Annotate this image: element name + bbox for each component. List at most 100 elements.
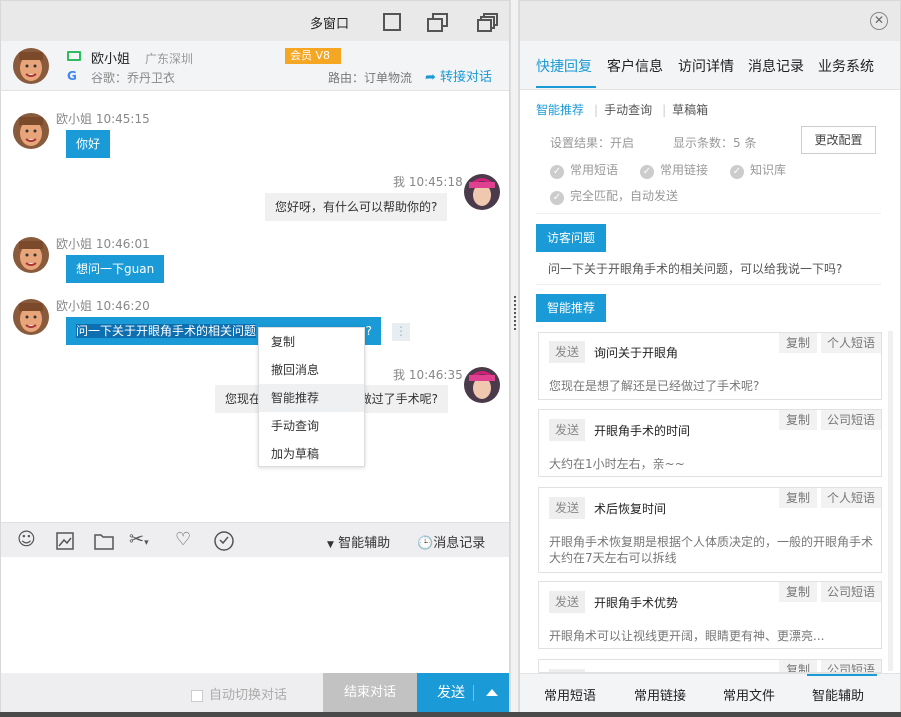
tab-business-system[interactable]: 业务系统: [818, 56, 874, 76]
message-tail: ?: [365, 324, 372, 338]
divider: [536, 284, 881, 285]
image-icon[interactable]: [55, 529, 75, 557]
message-text-right: 做过了手术呢?: [359, 392, 438, 406]
menu-item-add-draft[interactable]: 加为草稿: [259, 440, 364, 468]
route-info: 路由：订单物流: [328, 71, 413, 85]
card-send-button[interactable]: 发送: [549, 591, 585, 613]
config-result: 设置结果：开启: [550, 136, 635, 150]
config-count: 显示条数：5 条: [673, 136, 757, 150]
footer-common-links[interactable]: 常用链接: [634, 685, 686, 704]
tab-visit-details[interactable]: 访问详情: [678, 56, 734, 76]
tab-quick-reply[interactable]: 快捷回复: [536, 56, 592, 76]
card-body: 开眼角术可以让视线更开阔，眼睛更有神、更漂亮...: [549, 629, 825, 643]
reply-card: 发送 复制 公司短语: [538, 659, 882, 673]
card-type-label: 公司短语: [821, 582, 881, 602]
message-meta: 欧小姐 10:46:01: [56, 237, 150, 251]
menu-item-manual-search[interactable]: 手动查询: [259, 412, 364, 440]
footer-common-files[interactable]: 常用文件: [723, 685, 775, 704]
restore-icon[interactable]: [427, 13, 448, 32]
message-input[interactable]: [1, 557, 509, 673]
member-badge: 会员 V8: [285, 48, 341, 64]
google-icon: G: [67, 69, 77, 83]
card-copy-button[interactable]: 复制: [779, 410, 817, 430]
card-copy-button[interactable]: 复制: [779, 488, 817, 508]
folder-icon[interactable]: [93, 529, 115, 557]
check-icon: ✓: [730, 165, 744, 179]
card-body: 开眼角手术恢复期是根据个人体质决定的，一般的开眼角手术大约在7天左右可以拆线: [549, 535, 874, 565]
footer-smart-assist[interactable]: 智能辅助: [812, 685, 864, 704]
active-footer-indicator: [807, 674, 877, 676]
option-label: 知识库: [750, 163, 787, 177]
reply-card: 发送 开眼角手术优势 复制 公司短语 开眼角术可以让视线更开阔，眼睛更有神、更漂…: [538, 581, 882, 649]
menu-item-smart-recommend[interactable]: 智能推荐: [259, 384, 364, 412]
card-copy-button[interactable]: 复制: [779, 582, 817, 602]
change-config-button[interactable]: 更改配置: [801, 126, 876, 154]
divider: [536, 213, 881, 214]
subtab-smart-recommend[interactable]: 智能推荐: [536, 103, 584, 117]
scrollbar[interactable]: [888, 331, 893, 671]
close-icon[interactable]: ✕: [870, 12, 888, 30]
message-meta: 欧小姐 10:45:15: [56, 112, 150, 126]
option-exact-match: ✓ 完全匹配，自动发送: [550, 187, 678, 205]
context-menu: 复制 撤回消息 智能推荐 手动查询 加为草稿: [258, 327, 365, 467]
option-label: 常用链接: [660, 163, 709, 177]
transfer-chat-button[interactable]: ➦ 转接对话: [425, 66, 492, 85]
multi-window-label[interactable]: 多窗口: [310, 13, 349, 32]
scissors-icon[interactable]: ✂▾: [129, 529, 149, 554]
message-bubble[interactable]: 您好呀，有什么可以帮助你的?: [265, 193, 448, 221]
subtab-drafts[interactable]: 草稿箱: [672, 103, 708, 117]
agent-avatar: [464, 367, 500, 403]
reply-card: 发送 术后恢复时间 复制 个人短语 开眼角手术恢复期是根据个人体质决定的，一般的…: [538, 487, 882, 573]
smart-assist-button[interactable]: ▼ 智能辅助: [327, 532, 390, 551]
transfer-label: 转接对话: [440, 70, 493, 85]
card-copy-button[interactable]: 复制: [779, 660, 817, 672]
checklist-icon[interactable]: [213, 529, 235, 558]
maximize-icon[interactable]: [383, 13, 401, 31]
emoji-icon[interactable]: ☺: [17, 529, 36, 551]
card-type-label: 公司短语: [821, 660, 881, 672]
customer-header: 欧小姐 广东深圳 会员 V8 G 谷歌：乔丹卫衣 路由：订单物流 ➦ 转接对话: [1, 41, 509, 91]
option-common-links: ✓ 常用链接: [640, 161, 708, 179]
customer-avatar[interactable]: [13, 48, 49, 84]
history-button[interactable]: 🕒消息记录: [417, 532, 485, 551]
card-title: 术后恢复时间: [594, 502, 667, 516]
message-bubble[interactable]: 你好: [66, 130, 111, 158]
card-send-button[interactable]: 发送: [549, 341, 585, 363]
option-label: 完全匹配，自动发送: [570, 189, 679, 203]
tab-message-history[interactable]: 消息记录: [748, 56, 804, 76]
footer-common-phrases[interactable]: 常用短语: [544, 685, 596, 704]
card-type-label: 公司短语: [821, 410, 881, 430]
desktop-icon: [67, 51, 81, 61]
menu-item-copy[interactable]: 复制: [259, 328, 364, 356]
splitter-grip-icon[interactable]: [514, 296, 516, 330]
chat-footer: 自动切换对话 结束对话 发送: [1, 673, 509, 713]
panel-tabs: 快捷回复 客户信息 访问详情 消息记录 业务系统: [520, 41, 900, 90]
auto-switch-checkbox[interactable]: 自动切换对话: [191, 684, 287, 703]
card-send-button[interactable]: 发送: [549, 497, 585, 519]
end-chat-button[interactable]: 结束对话: [323, 673, 417, 713]
caret-up-icon[interactable]: [486, 689, 498, 696]
smart-assist-label: 智能辅助: [338, 536, 391, 551]
clock-icon: 🕒: [417, 536, 434, 551]
option-knowledge-base: ✓ 知识库: [730, 161, 786, 179]
tab-customer-info[interactable]: 客户信息: [607, 56, 663, 76]
heart-icon[interactable]: ♡: [175, 529, 191, 551]
subtab-manual-search[interactable]: 手动查询: [604, 103, 652, 117]
checkbox-icon: [191, 689, 203, 702]
send-label: 发送: [437, 685, 465, 701]
taskbar-edge: [0, 712, 901, 717]
more-icon[interactable]: ⋮: [392, 323, 410, 341]
visitor-question-text: 问一下关于开眼角手术的相关问题，可以给我说一下吗?: [548, 262, 843, 276]
menu-item-recall[interactable]: 撤回消息: [259, 356, 364, 384]
message-meta: 我 10:46:35: [393, 368, 463, 382]
message-bubble[interactable]: 想问一下guan: [66, 255, 165, 283]
card-title: 开眼角手术的时间: [594, 424, 691, 438]
send-button[interactable]: 发送: [417, 673, 509, 713]
cascade-icon[interactable]: [477, 13, 498, 32]
card-copy-button[interactable]: 复制: [779, 333, 817, 353]
panel-splitter[interactable]: [510, 0, 519, 712]
history-label: 消息记录: [433, 536, 486, 551]
window-titlebar: 多窗口: [1, 1, 509, 41]
agent-avatar: [464, 174, 500, 210]
card-send-button[interactable]: 发送: [549, 419, 585, 441]
